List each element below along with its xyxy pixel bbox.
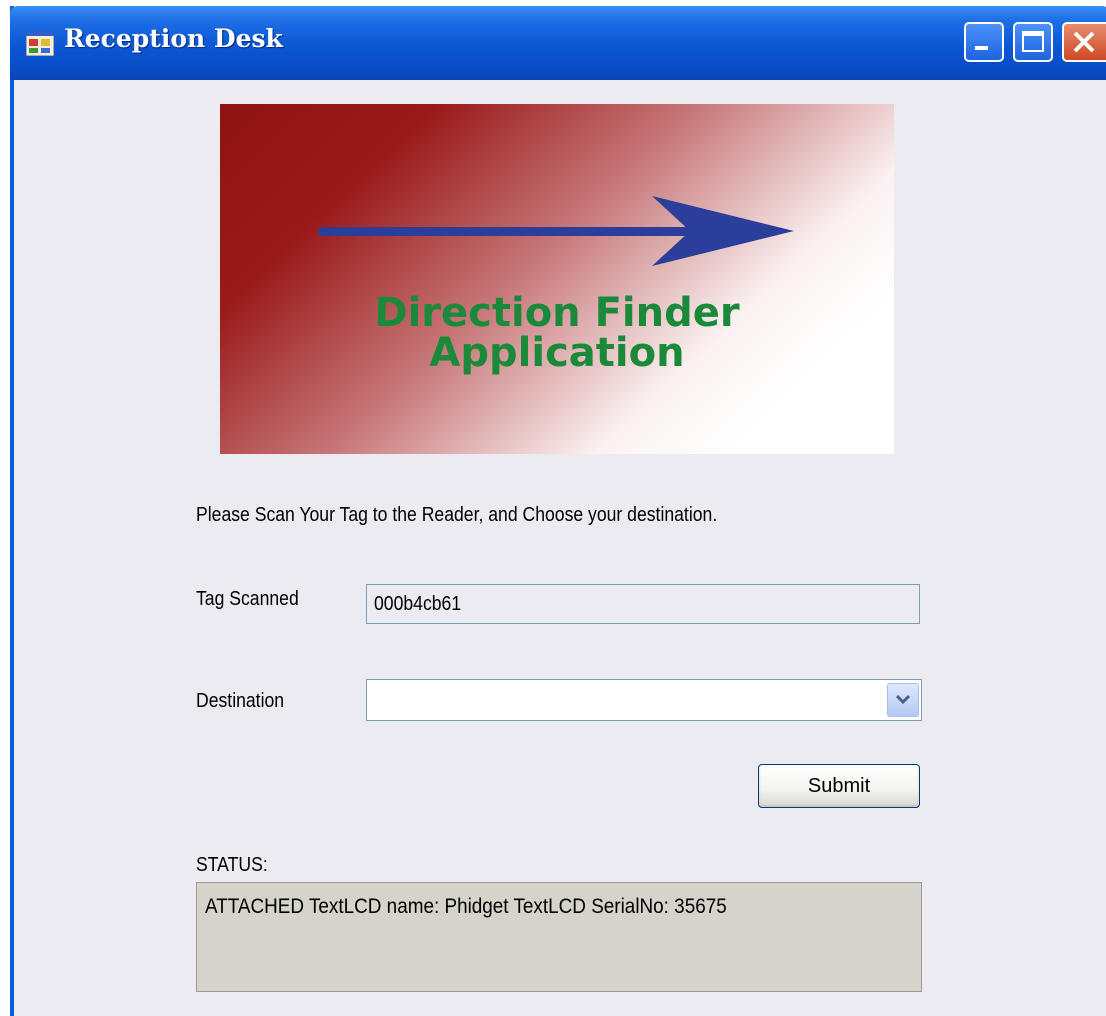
status-label: STATUS: xyxy=(196,854,268,876)
direction-finder-banner: Direction Finder Application xyxy=(220,104,894,454)
submit-button[interactable]: Submit xyxy=(758,764,920,808)
status-message: ATTACHED TextLCD name: Phidget TextLCD S… xyxy=(205,895,727,918)
destination-dropdown-button[interactable] xyxy=(887,683,919,717)
minimize-icon xyxy=(975,46,988,50)
close-button[interactable] xyxy=(1062,22,1106,62)
chevron-down-icon xyxy=(895,694,911,705)
maximize-icon xyxy=(1022,31,1044,52)
submit-button-label: Submit xyxy=(807,775,871,797)
maximize-button[interactable] xyxy=(1013,22,1053,62)
reception-desk-window: Reception Desk Direction Finder Applicat… xyxy=(10,6,1106,1016)
app-window-icon[interactable] xyxy=(25,29,55,57)
destination-dropdown[interactable] xyxy=(366,679,922,721)
tag-scanned-label: Tag Scanned xyxy=(196,588,299,610)
close-icon xyxy=(1073,31,1095,53)
instructions-text: Please Scan Your Tag to the Reader, and … xyxy=(196,504,718,526)
tag-scanned-value: 000b4cb61 xyxy=(374,593,462,615)
title-bar[interactable]: Reception Desk xyxy=(10,6,1106,80)
banner-title-line2: Application xyxy=(429,330,684,376)
tag-scanned-field[interactable]: 000b4cb61 xyxy=(366,584,920,624)
status-textbox[interactable]: ATTACHED TextLCD name: Phidget TextLCD S… xyxy=(196,882,922,992)
minimize-button[interactable] xyxy=(964,22,1004,62)
window-title: Reception Desk xyxy=(64,24,283,53)
destination-label: Destination xyxy=(196,690,285,712)
